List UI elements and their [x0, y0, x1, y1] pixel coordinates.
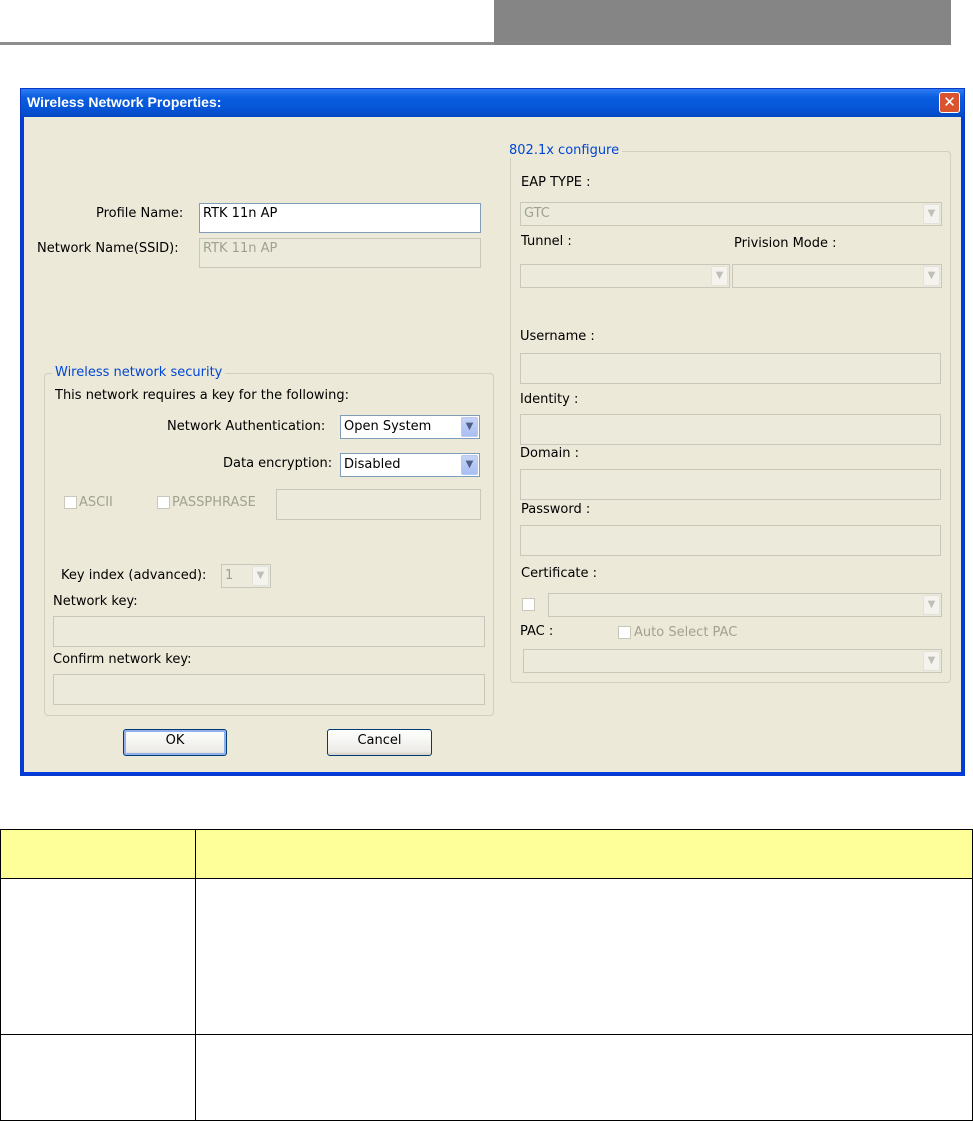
ssid-input[interactable]: RTK 11n AP	[199, 238, 481, 268]
data-encryption-label: Data encryption:	[223, 456, 333, 471]
wireless-network-properties-dialog: Wireless Network Properties: ✕ Profile N…	[20, 88, 965, 776]
username-label: Username :	[520, 329, 595, 344]
password-label: Password :	[521, 502, 591, 517]
eap-type-label: EAP TYPE :	[521, 175, 591, 190]
chevron-down-icon[interactable]: ▼	[923, 204, 940, 224]
provision-mode-label: Privision Mode :	[734, 236, 837, 251]
chevron-down-icon[interactable]: ▼	[923, 266, 940, 286]
password-input[interactable]	[520, 525, 941, 556]
eap-type-select[interactable]: GTC ▼	[520, 202, 942, 226]
identity-label: Identity :	[520, 392, 579, 407]
profile-name-value: RTK 11n AP	[203, 206, 278, 221]
pac-select[interactable]: ▼	[523, 649, 942, 673]
ascii-label: ASCII	[79, 495, 113, 510]
network-auth-value: Open System	[344, 419, 432, 434]
data-encryption-value: Disabled	[344, 457, 401, 472]
requires-key-text: This network requires a key for the foll…	[55, 388, 350, 403]
profile-name-input[interactable]: RTK 11n AP	[199, 203, 481, 233]
username-input[interactable]	[520, 353, 941, 384]
passphrase-checkbox[interactable]	[157, 496, 170, 509]
chevron-down-icon[interactable]: ▼	[923, 595, 940, 615]
domain-input[interactable]	[520, 469, 941, 500]
key-index-value: 1	[225, 568, 234, 583]
confirm-key-label: Confirm network key:	[53, 652, 192, 667]
tunnel-select[interactable]: ▼	[520, 264, 730, 288]
network-key-input[interactable]	[53, 616, 485, 647]
key-index-select[interactable]: 1 ▼	[221, 564, 271, 588]
auto-select-pac-checkbox[interactable]	[618, 626, 631, 639]
dot1x-legend: 802.1x configure	[506, 143, 623, 158]
ssid-label: Network Name(SSID):	[37, 241, 179, 256]
data-encryption-select[interactable]: Disabled ▼	[340, 453, 480, 477]
network-auth-select[interactable]: Open System ▼	[340, 415, 480, 439]
ssid-value: RTK 11n AP	[203, 241, 278, 256]
wireless-security-legend: Wireless network security	[52, 365, 226, 380]
identity-input[interactable]	[520, 414, 941, 445]
certificate-checkbox[interactable]	[522, 598, 535, 611]
chevron-down-icon[interactable]: ▼	[461, 455, 478, 475]
provision-mode-select[interactable]: ▼	[732, 264, 942, 288]
cancel-button[interactable]: Cancel	[327, 729, 432, 756]
certificate-label: Certificate :	[521, 566, 598, 581]
domain-label: Domain :	[520, 446, 579, 461]
auto-select-pac-label: Auto Select PAC	[634, 625, 738, 640]
tunnel-label: Tunnel :	[521, 234, 572, 249]
table-header-row	[1, 830, 972, 879]
chevron-down-icon[interactable]: ▼	[923, 651, 940, 671]
network-key-label: Network key:	[53, 594, 138, 609]
confirm-key-input[interactable]	[53, 674, 485, 705]
page-header-bar	[494, 0, 951, 45]
close-icon: ✕	[943, 93, 956, 111]
close-button[interactable]: ✕	[939, 92, 960, 113]
passphrase-label: PASSPHRASE	[172, 495, 256, 510]
dialog-title: Wireless Network Properties:	[27, 94, 222, 110]
page-header-rule	[0, 42, 494, 45]
profile-name-label: Profile Name:	[96, 206, 184, 221]
description-table	[0, 829, 973, 1121]
pac-label: PAC :	[520, 624, 554, 639]
chevron-down-icon[interactable]: ▼	[461, 417, 478, 437]
ok-button[interactable]: OK	[123, 729, 227, 756]
passphrase-input[interactable]	[276, 489, 481, 520]
chevron-down-icon[interactable]: ▼	[711, 266, 728, 286]
dialog-client-area: Profile Name: RTK 11n AP Network Name(SS…	[24, 117, 961, 772]
network-auth-label: Network Authentication:	[167, 419, 326, 434]
key-index-label: Key index (advanced):	[61, 568, 207, 583]
ascii-checkbox[interactable]	[64, 496, 77, 509]
eap-type-value: GTC	[524, 206, 550, 221]
chevron-down-icon[interactable]: ▼	[252, 566, 269, 586]
title-bar[interactable]: Wireless Network Properties: ✕	[21, 89, 964, 117]
certificate-select[interactable]: ▼	[548, 593, 942, 617]
table-row-divider	[1, 1034, 972, 1035]
table-column-divider	[195, 830, 196, 1120]
